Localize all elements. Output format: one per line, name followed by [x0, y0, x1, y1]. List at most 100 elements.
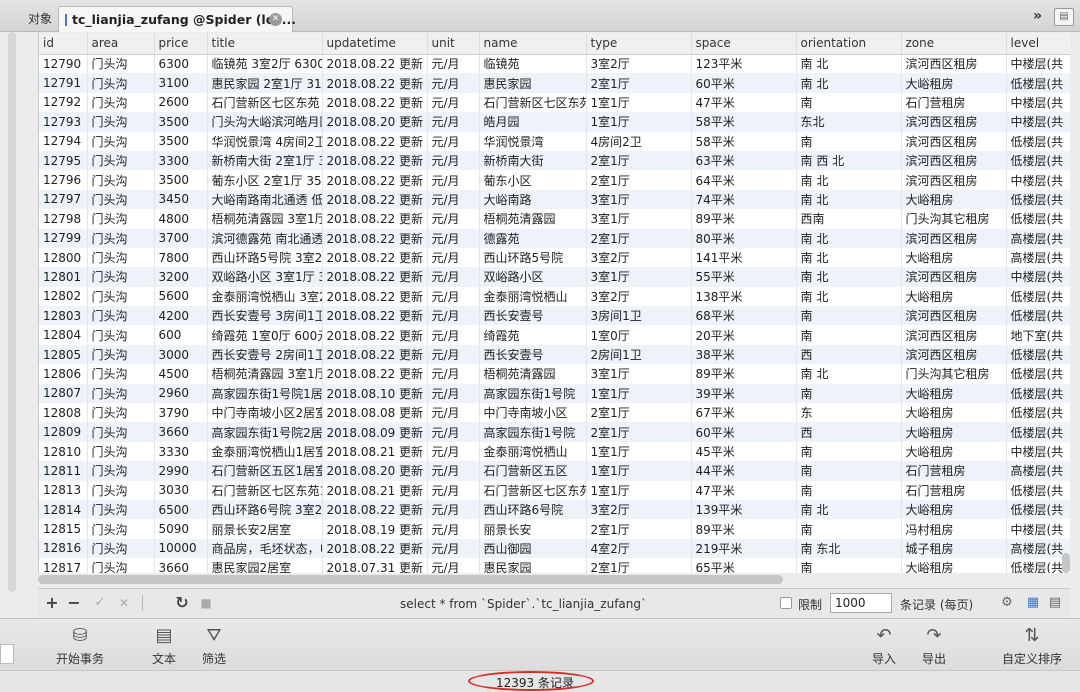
table-cell[interactable]: 4200 — [154, 306, 208, 326]
table-row[interactable]: 12804 门头沟 600 绮霞苑 1室0厅 600元 2018.08.22 更新 元/月… — [39, 325, 1070, 345]
filter-button[interactable]: ⛛ 筛选 — [202, 625, 226, 667]
table-cell[interactable]: 2室1厅 — [586, 150, 692, 171]
table-cell[interactable]: 12796 — [39, 170, 88, 190]
table-cell[interactable]: 元/月 — [427, 286, 480, 307]
table-cell[interactable]: 大峪租房 — [901, 383, 1007, 404]
table-cell[interactable]: 元/月 — [427, 306, 480, 326]
export-button[interactable]: ↷ 导出 — [922, 625, 946, 667]
table-row[interactable]: 12808 门头沟 3790 中门寺南坡小区2居室 2018.08.08 更新 元/月 中门… — [39, 403, 1070, 423]
table-cell[interactable]: 元/月 — [427, 228, 480, 248]
table-cell[interactable]: 门头沟 — [87, 538, 155, 559]
form-view-icon[interactable]: ▤ — [1048, 596, 1062, 610]
table-cell[interactable]: 低楼层(共 — [1006, 209, 1070, 229]
table-cell[interactable]: 石门营新区七区东苑1 — [207, 480, 323, 500]
table-cell[interactable]: 西南 — [796, 209, 902, 229]
table-cell[interactable]: 双峪路小区 3室1厅 3 — [207, 267, 323, 287]
table-cell[interactable]: 元/月 — [427, 54, 480, 74]
table-cell[interactable]: 元/月 — [427, 170, 480, 190]
table-cell[interactable]: 门头沟其它租房 — [901, 364, 1007, 384]
table-cell[interactable]: 南 北 — [796, 267, 902, 287]
table-cell[interactable]: 12809 — [39, 422, 88, 442]
table-cell[interactable]: 12797 — [39, 189, 88, 210]
table-cell[interactable]: 门头沟 — [87, 209, 155, 229]
table-cell[interactable]: 惠民家园 — [479, 558, 587, 573]
table-cell[interactable]: 12808 — [39, 403, 88, 423]
table-cell[interactable]: 低楼层(共 — [1006, 383, 1070, 404]
table-cell[interactable]: 滨河西区租房 — [901, 344, 1007, 365]
table-cell[interactable]: 高楼层(共 — [1006, 538, 1070, 559]
table-cell[interactable]: 葡东小区 2室1厅 350 — [207, 170, 323, 190]
table-cell[interactable]: 梧桐苑清露园 3室1厅 — [207, 209, 323, 229]
table-cell[interactable]: 1室1厅 — [586, 383, 692, 404]
table-cell[interactable]: 临镜苑 — [479, 54, 587, 74]
table-cell[interactable]: 低楼层(共 — [1006, 558, 1070, 573]
table-cell[interactable]: 中楼层(共 — [1006, 54, 1070, 74]
table-cell[interactable]: 2018.08.22 更新 — [322, 54, 428, 74]
table-cell[interactable]: 2室1厅 — [586, 403, 692, 423]
table-cell[interactable]: 西长安壹号 — [479, 306, 587, 326]
table-cell[interactable]: 58平米 — [691, 131, 797, 151]
table-cell[interactable]: 12801 — [39, 267, 88, 287]
table-cell[interactable]: 元/月 — [427, 480, 480, 500]
add-row-button[interactable]: + — [44, 594, 60, 612]
column-header[interactable]: updatetime — [322, 33, 428, 55]
table-cell[interactable]: 南 北 — [796, 228, 902, 248]
table-cell[interactable]: 南 — [796, 519, 902, 539]
tab-objects[interactable]: 对象 — [22, 8, 58, 30]
table-cell[interactable]: 门头沟 — [87, 364, 155, 384]
column-header[interactable]: area — [87, 33, 155, 55]
table-cell[interactable]: 元/月 — [427, 519, 480, 539]
close-icon[interactable]: ✕ — [269, 13, 282, 26]
table-cell[interactable]: 南 北 — [796, 247, 902, 268]
table-cell[interactable]: 3030 — [154, 480, 208, 500]
table-cell[interactable]: 西山环路5号院 — [479, 247, 587, 268]
table-cell[interactable]: 金泰丽湾悦栖山 — [479, 286, 587, 307]
table-cell[interactable]: 南 — [796, 480, 902, 500]
table-cell[interactable]: 元/月 — [427, 558, 480, 573]
table-cell[interactable]: 滨河西区租房 — [901, 306, 1007, 326]
table-cell[interactable]: 门头沟 — [87, 131, 155, 151]
table-cell[interactable]: 绮霞苑 1室0厅 600元 — [207, 325, 323, 345]
table-row[interactable]: 12811 门头沟 2990 石门营新区五区1居室 2018.08.20 更新 元/月 石门… — [39, 461, 1070, 481]
table-cell[interactable]: 低楼层(共 — [1006, 403, 1070, 423]
table-cell[interactable]: 西山环路6号院 — [479, 499, 587, 520]
table-cell[interactable]: 大峪租房 — [901, 422, 1007, 442]
table-row[interactable]: 12810 门头沟 3330 金泰丽湾悦栖山1居室 2018.08.21 更新 元/月 金泰… — [39, 441, 1070, 462]
table-cell[interactable]: 滨河西区租房 — [901, 325, 1007, 345]
table-cell[interactable]: 东 — [796, 403, 902, 423]
table-cell[interactable]: 石门营新区七区东苑 — [479, 480, 587, 500]
table-cell[interactable]: 高家园东街1号院2居 — [207, 422, 323, 442]
table-cell[interactable]: 39平米 — [691, 383, 797, 404]
table-cell[interactable]: 地下室(共 — [1006, 325, 1070, 345]
table-cell[interactable]: 滨河西区租房 — [901, 170, 1007, 190]
table-cell[interactable]: 石门营新区七区东苑 — [479, 92, 587, 113]
table-cell[interactable]: 12790 — [39, 54, 88, 74]
table-cell[interactable]: 80平米 — [691, 228, 797, 248]
gear-icon[interactable]: ⚙ — [1000, 596, 1014, 610]
table-cell[interactable]: 2960 — [154, 383, 208, 404]
table-row[interactable]: 12814 门头沟 6500 西山环路6号院 3室2 2018.08.22 更新 元/月西… — [39, 499, 1070, 520]
table-cell[interactable]: 139平米 — [691, 499, 797, 520]
more-tabs-icon[interactable]: » — [1033, 8, 1042, 24]
table-cell[interactable]: 西山环路6号院 3室2 — [207, 499, 323, 520]
table-row[interactable]: 12800 门头沟 7800 西山环路5号院 3室2厅 2018.08.22 更新 元/月… — [39, 247, 1070, 268]
table-cell[interactable]: 双峪路小区 — [479, 267, 587, 287]
table-cell[interactable]: 门头沟大峪滨河皓月园 — [207, 112, 323, 132]
table-cell[interactable]: 低楼层(共 — [1006, 73, 1070, 93]
table-cell[interactable]: 10000 — [154, 538, 208, 559]
table-cell[interactable]: 元/月 — [427, 403, 480, 423]
table-cell[interactable]: 门头沟 — [87, 306, 155, 326]
table-cell[interactable]: 12810 — [39, 441, 88, 462]
table-cell[interactable]: 12792 — [39, 92, 88, 113]
table-row[interactable]: 12790 门头沟 6300 临镜苑 3室2厅 6300 2018.08.22 更新 元/… — [39, 54, 1070, 74]
table-cell[interactable]: 元/月 — [427, 131, 480, 151]
table-cell[interactable]: 2018.08.22 更新 — [322, 286, 428, 307]
table-cell[interactable]: 金泰丽湾悦栖山1居室 — [207, 441, 323, 462]
table-cell[interactable]: 12793 — [39, 112, 88, 132]
table-cell[interactable]: 2018.08.22 更新 — [322, 150, 428, 171]
left-input-stub[interactable] — [0, 644, 14, 664]
table-cell[interactable]: 12807 — [39, 383, 88, 404]
table-cell[interactable]: 门头沟 — [87, 267, 155, 287]
table-cell[interactable]: 梧桐苑清露园 — [479, 364, 587, 384]
table-cell[interactable]: 3500 — [154, 131, 208, 151]
